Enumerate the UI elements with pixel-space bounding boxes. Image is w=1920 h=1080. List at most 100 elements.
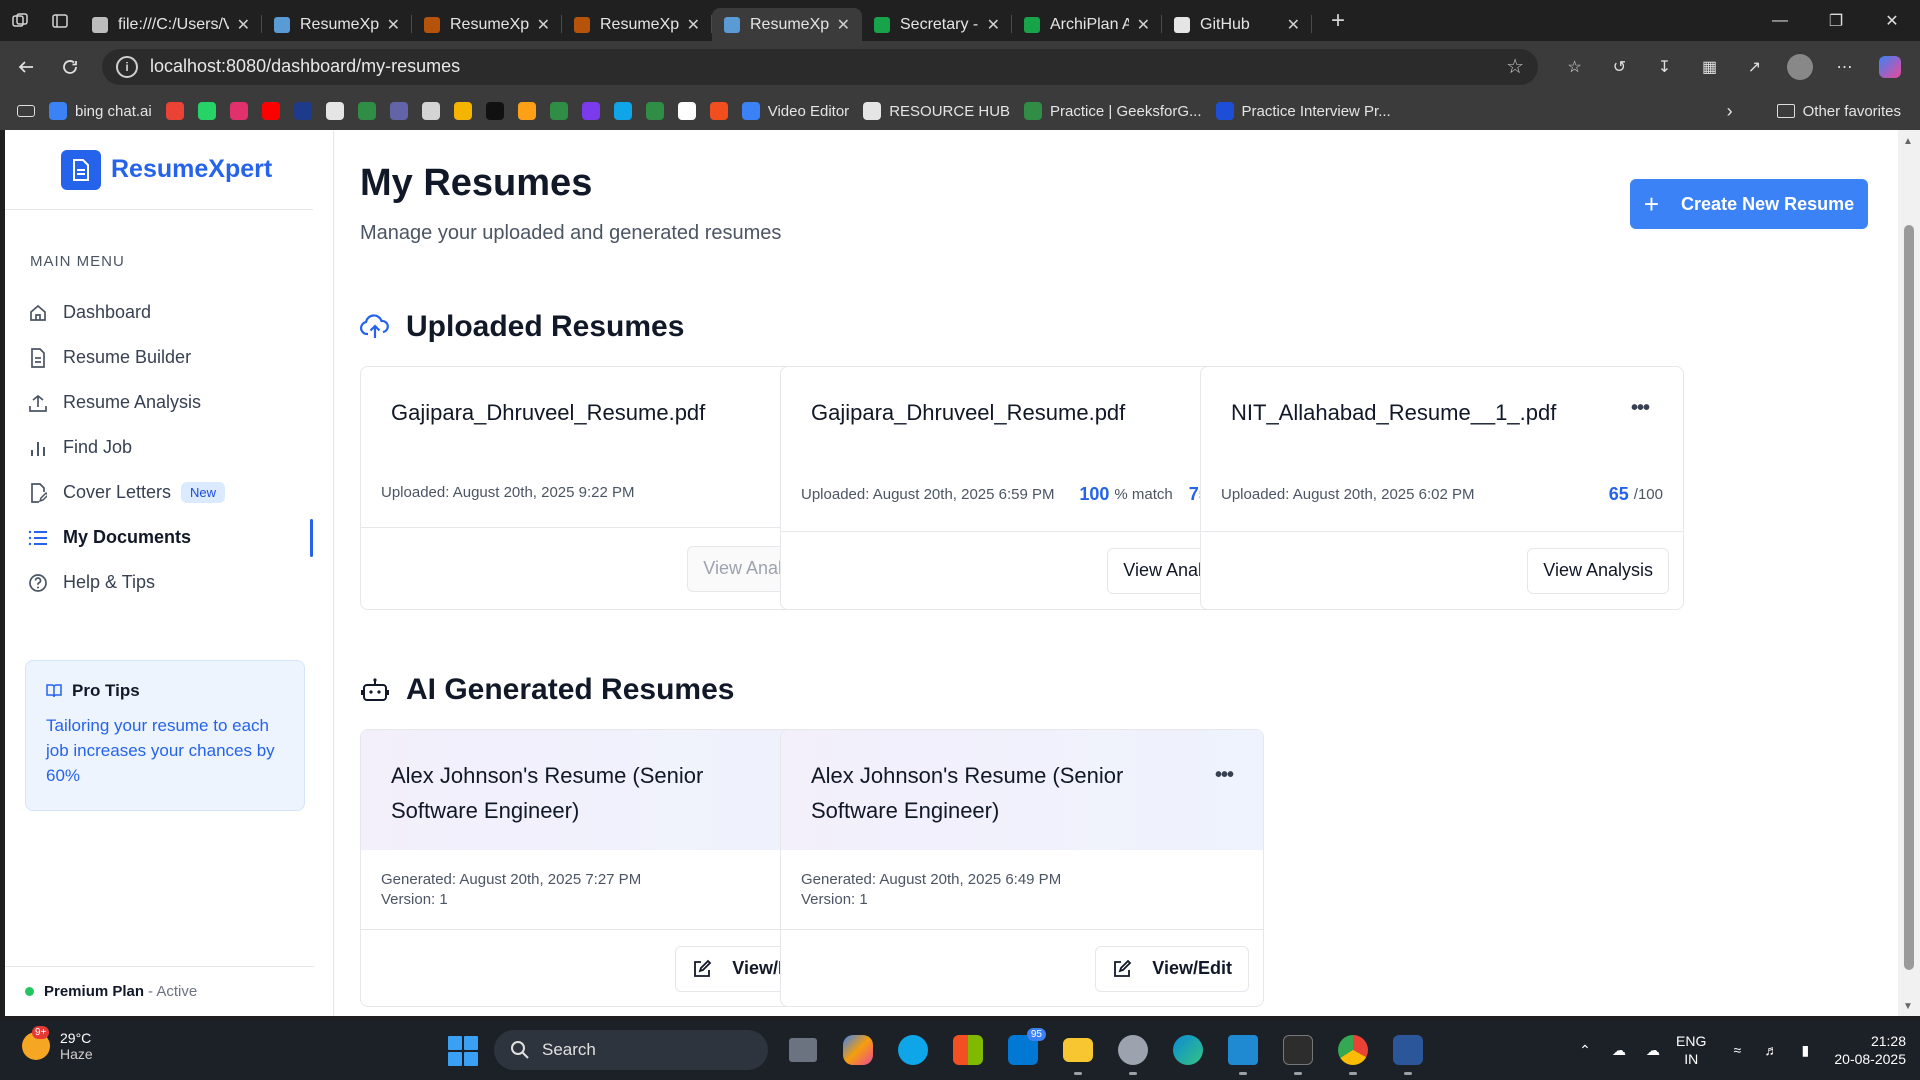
menu-item-resume-analysis[interactable]: Resume Analysis [5, 380, 333, 425]
close-tab-icon[interactable]: ✕ [1287, 15, 1300, 35]
chrome-app-icon[interactable] [1330, 1028, 1376, 1075]
bookmark-item[interactable] [415, 96, 447, 126]
copilot-app-icon[interactable] [835, 1028, 881, 1072]
new-tab-icon[interactable]: + [1318, 0, 1358, 41]
bookmark-item[interactable] [223, 96, 255, 126]
menu-item-dashboard[interactable]: Dashboard [5, 290, 333, 335]
bookmark-item[interactable]: bing chat.ai [42, 96, 159, 126]
edge-browser-icon[interactable] [1165, 1028, 1211, 1072]
bookmark-item[interactable]: Video Editor [735, 96, 856, 126]
file-explorer-icon[interactable] [1055, 1028, 1101, 1075]
view-analysis-button[interactable]: View Analysis [1527, 547, 1669, 594]
menu-item-help-tips[interactable]: Help & Tips [5, 560, 333, 605]
taskbar-search[interactable]: Search [494, 1030, 768, 1070]
menu-item-find-job[interactable]: Find Job [5, 425, 333, 470]
reading-view-icon[interactable] [10, 96, 42, 126]
more-actions-icon[interactable]: ••• [1631, 397, 1650, 420]
vscode-app-icon[interactable] [1220, 1028, 1266, 1075]
network-cloud-icon[interactable]: ☁ [1636, 1042, 1670, 1059]
scroll-up-icon[interactable]: ▲ [1903, 136, 1913, 147]
bookmark-item[interactable] [447, 96, 479, 126]
more-actions-icon[interactable]: ••• [1215, 758, 1234, 793]
tab-actions-icon[interactable] [40, 0, 80, 41]
store-app-icon[interactable] [945, 1028, 991, 1072]
create-new-resume-button[interactable]: + Create New Resume [1630, 179, 1868, 229]
close-tab-icon[interactable]: ✕ [687, 15, 700, 35]
browser-tab[interactable]: ResumeXpert – Cl ✕ [562, 8, 712, 41]
close-tab-icon[interactable]: ✕ [387, 15, 400, 35]
bookmark-item[interactable] [479, 96, 511, 126]
browser-tab[interactable]: file:///C:/Users/Vij ✕ [80, 8, 262, 41]
bookmark-item[interactable] [383, 96, 415, 126]
bookmark-item[interactable]: Practice Interview Pr... [1209, 96, 1398, 126]
bookmark-item[interactable] [543, 96, 575, 126]
bookmark-item[interactable] [351, 96, 383, 126]
close-tab-icon[interactable]: ✕ [987, 15, 1000, 35]
share-icon[interactable]: ↗ [1732, 47, 1777, 87]
downloads-icon[interactable]: ↧ [1642, 47, 1687, 87]
show-hidden-icons-icon[interactable]: ⌃ [1568, 1042, 1602, 1059]
scrollbar-thumb[interactable] [1904, 225, 1914, 970]
back-icon[interactable] [4, 47, 48, 87]
browser-tab[interactable]: ArchiPlan Archite ✕ [1012, 8, 1162, 41]
address-bar[interactable]: i localhost:8080/dashboard/my-resumes ☆ [102, 48, 1538, 85]
bookmark-item[interactable] [639, 96, 671, 126]
close-tab-icon[interactable]: ✕ [237, 15, 250, 35]
history-icon[interactable]: ↺ [1597, 47, 1642, 87]
bookmark-item[interactable] [191, 96, 223, 126]
bookmark-item[interactable] [703, 96, 735, 126]
browser-tab[interactable]: ResumeXpert ✕ [262, 8, 412, 41]
profile-avatar[interactable] [1777, 47, 1822, 87]
word-app-icon[interactable] [1385, 1028, 1431, 1075]
view-edit-button[interactable]: View/Edit [1095, 945, 1249, 992]
bookmark-item[interactable]: Practice | GeeksforG... [1017, 96, 1208, 126]
bookmark-item[interactable] [671, 96, 703, 126]
bookmark-item[interactable] [287, 96, 319, 126]
favorite-star-icon[interactable]: ☆ [1506, 54, 1524, 79]
menu-item-cover-letters[interactable]: Cover Letters New [5, 470, 333, 515]
page-scrollbar[interactable]: ▲ ▼ [1898, 130, 1920, 1016]
close-tab-icon[interactable]: ✕ [1137, 15, 1150, 35]
weather-widget[interactable]: 9+ 29°C Haze [22, 1026, 93, 1062]
meet-app-icon[interactable] [890, 1028, 936, 1072]
start-windows-icon[interactable] [448, 1036, 478, 1066]
copilot-icon[interactable] [1867, 47, 1912, 87]
browser-tab[interactable]: Secretary - adzun ✕ [862, 8, 1012, 41]
wifi-icon[interactable]: ≈ [1720, 1042, 1754, 1058]
bookmark-item[interactable]: RESOURCE HUB [856, 96, 1017, 126]
volume-icon[interactable]: ♬ [1754, 1042, 1788, 1058]
other-favorites[interactable]: Other favorites [1770, 96, 1908, 126]
language-indicator[interactable]: ENG IN [1676, 1032, 1706, 1068]
extensions-icon[interactable]: ▦ [1687, 47, 1732, 87]
bookmark-item[interactable] [255, 96, 287, 126]
close-tab-icon[interactable]: ✕ [837, 15, 850, 35]
workspaces-icon[interactable] [0, 0, 40, 41]
bookmark-item[interactable] [319, 96, 351, 126]
restore-icon[interactable]: ❐ [1808, 0, 1864, 41]
close-tab-icon[interactable]: ✕ [537, 15, 550, 35]
more-options-icon[interactable]: ⋯ [1822, 47, 1867, 87]
close-window-icon[interactable]: ✕ [1864, 0, 1920, 41]
task-view-icon[interactable] [780, 1028, 826, 1072]
bookmark-item[interactable] [511, 96, 543, 126]
scroll-down-icon[interactable]: ▼ [1903, 1001, 1913, 1012]
mail-app-icon[interactable]: 95 [1000, 1028, 1046, 1072]
battery-icon[interactable]: ▮ [1788, 1042, 1822, 1059]
terminal-app-icon[interactable] [1275, 1028, 1321, 1075]
browser-tab[interactable]: ResumeXpert ✕ [712, 8, 862, 41]
browser-tab[interactable]: GitHub ✕ [1162, 8, 1312, 41]
refresh-icon[interactable] [48, 47, 92, 87]
settings-app-icon[interactable] [1110, 1028, 1156, 1075]
clock[interactable]: 21:28 20-08-2025 [1834, 1032, 1906, 1068]
bookmark-item[interactable] [607, 96, 639, 126]
bookmark-item[interactable] [575, 96, 607, 126]
site-info-icon[interactable]: i [116, 55, 138, 78]
favorites-icon[interactable]: ☆ [1552, 47, 1597, 87]
brand[interactable]: ResumeXpert [5, 130, 313, 210]
onedrive-icon[interactable]: ☁ [1602, 1042, 1636, 1059]
menu-item-resume-builder[interactable]: Resume Builder [5, 335, 333, 380]
browser-tab[interactable]: ResumeXpert – Cl ✕ [412, 8, 562, 41]
bookmark-item[interactable] [159, 96, 191, 126]
menu-item-my-documents[interactable]: My Documents [5, 515, 333, 560]
more-bookmarks-icon[interactable]: › [1720, 96, 1740, 126]
